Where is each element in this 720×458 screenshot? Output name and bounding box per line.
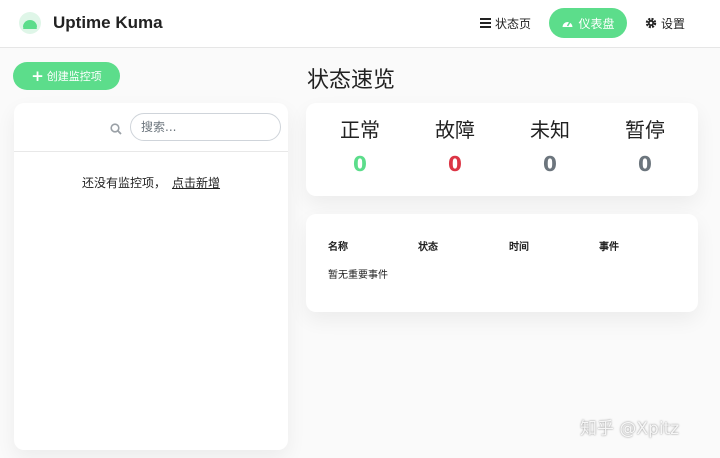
uptime-kuma-logo-icon	[18, 11, 42, 35]
search-bar	[14, 103, 288, 152]
add-monitor-button[interactable]: + 创建监控项	[13, 62, 120, 90]
brand-link[interactable]: Uptime Kuma	[18, 11, 163, 35]
stat-up-label: 正常	[340, 118, 380, 142]
nav-dashboard-label: 仪表盘	[578, 16, 615, 31]
page-title: 状态速览	[307, 68, 396, 93]
stat-unknown-value: 0	[543, 152, 557, 176]
nav-dashboard[interactable]: 仪表盘	[549, 8, 627, 38]
search-input[interactable]	[130, 113, 281, 141]
empty-monitor-message: 还没有监控项， 点击新增	[14, 174, 288, 191]
stat-down: 故障 0	[415, 116, 495, 178]
nav-status-page[interactable]: 状态页	[480, 8, 531, 38]
column-header-name: 名称	[328, 242, 348, 253]
add-monitor-link[interactable]: 点击新增	[172, 176, 220, 190]
stat-up-value: 0	[353, 152, 367, 176]
stat-paused-value: 0	[638, 152, 652, 176]
column-header-event: 事件	[599, 242, 619, 253]
watermark: 知乎 @Xpitz	[580, 419, 680, 439]
stat-paused-label: 暂停	[625, 118, 665, 142]
list-icon	[480, 18, 491, 28]
stat-unknown-label: 未知	[530, 118, 570, 142]
gauge-icon	[561, 17, 574, 29]
no-events-message: 暂无重要事件	[328, 270, 388, 281]
nav-settings-label: 设置	[661, 16, 686, 31]
add-monitor-label: 创建监控项	[46, 70, 102, 83]
stat-paused: 暂停 0	[605, 116, 685, 178]
stat-down-value: 0	[448, 152, 462, 176]
gear-icon	[645, 17, 657, 29]
stat-up: 正常 0	[320, 116, 400, 178]
status-overview-card: 正常 0 故障 0 未知 0 暂停 0	[306, 103, 698, 196]
important-events-card: 名称 状态 时间 事件 暂无重要事件	[306, 214, 698, 312]
stat-down-label: 故障	[435, 118, 475, 142]
nav-status-page-label: 状态页	[495, 16, 532, 31]
monitor-list-panel: 还没有监控项， 点击新增	[14, 103, 288, 450]
column-header-time: 时间	[509, 242, 529, 253]
nav-settings[interactable]: 设置	[645, 8, 685, 38]
empty-monitor-text: 还没有监控项，	[81, 176, 166, 190]
plus-icon: +	[31, 66, 44, 85]
stat-unknown: 未知 0	[510, 116, 590, 178]
search-icon	[110, 120, 122, 139]
top-navbar: Uptime Kuma 状态页 仪表盘 设置	[0, 0, 720, 48]
brand-name: Uptime Kuma	[53, 13, 163, 32]
column-header-status: 状态	[418, 242, 438, 253]
